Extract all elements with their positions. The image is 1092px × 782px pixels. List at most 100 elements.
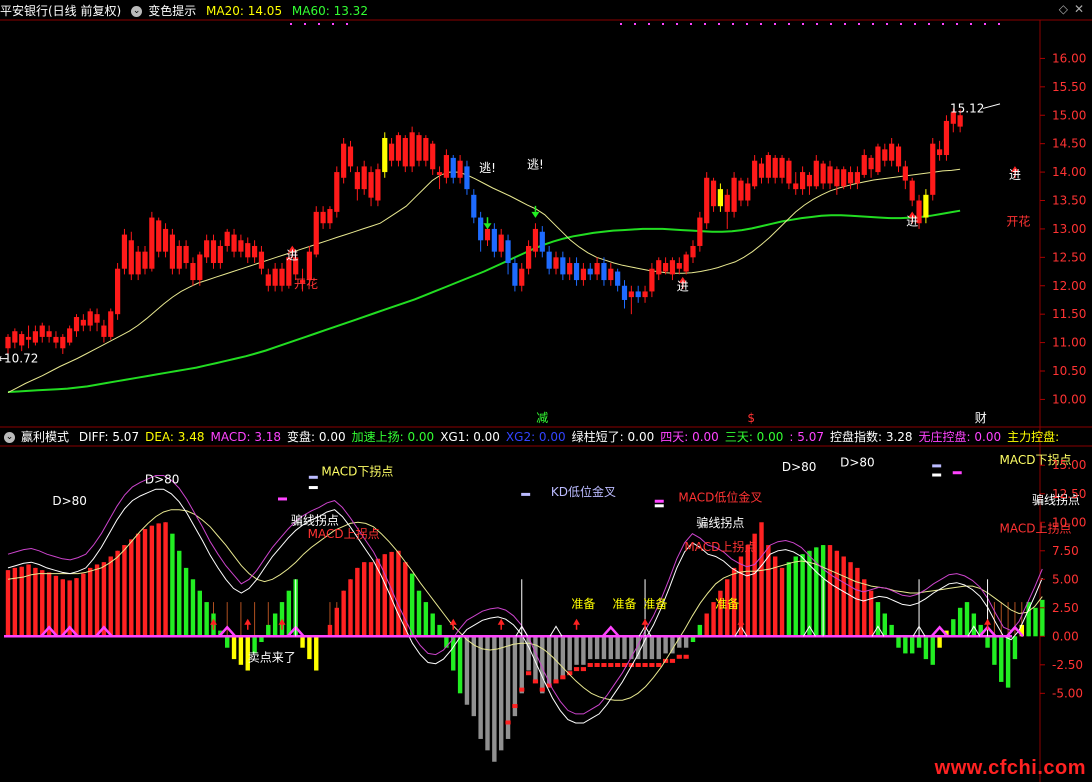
macd-bar [88,567,93,637]
arrow-down-icon [531,211,540,218]
candle-body [669,260,676,275]
candle-body [882,149,888,161]
candle-body [162,228,169,252]
low-price-label: 10.72 [4,352,38,366]
candle-body [471,194,477,218]
macd-indicator-name[interactable]: 赢利模式 [21,430,69,444]
candle-body [443,155,449,178]
dea-line [7,509,1043,701]
macd-mark [676,654,682,659]
candle-body [957,115,963,127]
macd-bar [1005,636,1011,688]
candle-body [827,166,833,184]
candle-body [12,331,18,343]
candle-body [19,334,25,346]
close-icon[interactable]: ✕ [1074,2,1084,16]
macd-bar [800,554,805,637]
chevron-down-icon[interactable]: ⌄ [4,432,15,443]
marker-dot [858,23,860,25]
kd-line [7,475,1043,715]
macd-panel[interactable]: D>80D>80MACD下拐点骗线拐点MACD上拐点KD低位金叉 MACD低位金叉… [4,452,1080,762]
macd-bar [101,562,107,637]
candle-body [5,336,11,349]
chevron-down-icon[interactable]: ⌄ [131,6,143,17]
candle-body [573,263,580,281]
stock-title[interactable]: 平安银行(日线 前复权) [0,4,121,18]
candle-body [902,166,908,181]
macd-bar [841,556,846,637]
marker-dot [346,23,348,25]
candle-body [87,311,93,326]
ma60-value: MA60: 13.32 [291,4,368,18]
candle-body [169,234,175,269]
candle-body [375,169,381,201]
macd-mark [553,679,559,684]
candle-body [395,135,402,161]
diamond-icon[interactable]: ◇ [1059,2,1068,16]
macd-bar [964,602,970,637]
indicator-name[interactable]: 变色提示 [148,4,196,18]
candle-body [183,245,189,264]
macd-bar [135,533,141,637]
candle-body [347,146,354,167]
marker-box [654,499,664,503]
macd-bar [992,636,997,665]
price-panel[interactable]: 10.72←15.12进开花逃! 逃!进进进开花减 $ 财 [0,101,1030,425]
macd-bar [457,636,463,694]
marker-dot [648,23,650,25]
candle-body [526,245,532,269]
macd-bar [368,562,374,637]
macd-mark [635,662,641,667]
price-tick-label: 10.00 [1052,392,1086,406]
candle-body [505,240,511,264]
marker-dot [732,23,734,25]
macd-bar [40,570,45,637]
candle-body [94,314,100,323]
price-annotation: 开花 [1006,214,1030,229]
marker-box [308,475,318,479]
marker-dot [914,23,916,25]
marker-box [278,497,287,501]
candle-body [834,169,840,187]
candle-body [697,217,703,246]
candle-body [800,172,806,190]
price-tick-label: 16.00 [1052,51,1086,65]
macd-tick-label: -5.00 [1052,686,1083,700]
price-annotation: 逃! [479,161,496,175]
macd-bar [129,539,134,637]
macd-bar [53,575,59,637]
candle-body [710,180,717,207]
candle-body [252,245,258,258]
macd-bar [74,578,79,637]
stock-chart[interactable]: 10.72←15.12进开花逃! 逃!进进进开花减 $ 财 D>80D>80MACD下… [0,0,1092,782]
price-tick-label: 13.00 [1052,222,1086,236]
macd-bar [437,624,442,637]
candle-body [546,251,552,269]
macd-mark [594,662,600,667]
candle-body [498,234,504,252]
candle-body [642,291,648,298]
candle-body [478,217,484,241]
price-annotation: 进 [286,249,298,263]
marker-dot [304,23,306,25]
macd-bar [430,613,435,637]
marker-dot [318,23,320,25]
price-panel-header: 平安银行(日线 前复权) ⌄ 变色提示 MA20: 14.05 MA60: 13.3… [0,2,374,20]
macd-bar [300,636,305,648]
marker-box [952,471,962,475]
marker-dot [844,23,846,25]
marker-box [654,504,664,508]
marker-dot [886,23,888,25]
marker-box [932,473,942,477]
macd-bar [663,636,668,654]
arrow-down-icon [483,223,492,230]
high-price-label: 15.12 [950,101,984,115]
macd-bar [266,624,271,637]
candle-body [258,251,265,269]
macd-bar [307,636,312,660]
candle-body [368,172,374,198]
candle-body [628,291,634,298]
candle-body [717,189,723,207]
price-tick-label: 11.00 [1052,336,1086,350]
macd-bar [745,545,750,637]
